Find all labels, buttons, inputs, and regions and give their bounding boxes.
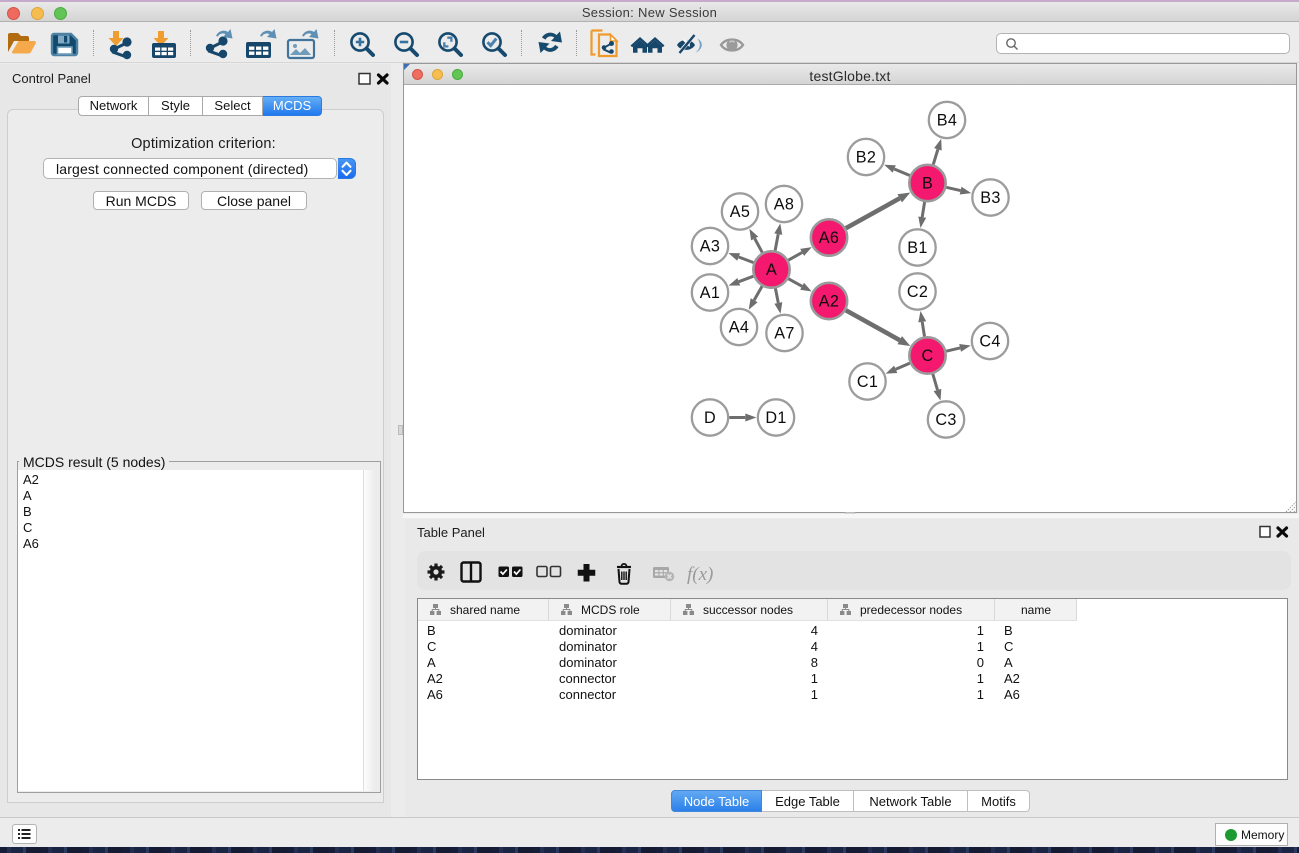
- svg-text:B: B: [922, 175, 933, 193]
- svg-text:C2: C2: [907, 283, 928, 301]
- svg-text:A3: A3: [700, 238, 720, 256]
- svg-text:B3: B3: [980, 189, 1000, 207]
- svg-text:D1: D1: [765, 409, 786, 427]
- svg-text:A: A: [766, 261, 777, 279]
- svg-text:A2: A2: [819, 293, 839, 311]
- svg-text:C: C: [922, 347, 934, 365]
- svg-text:f(x): f(x): [687, 564, 713, 585]
- svg-text:C4: C4: [979, 333, 1000, 351]
- svg-text:C3: C3: [935, 411, 956, 429]
- svg-text:A4: A4: [729, 319, 749, 337]
- svg-text:B1: B1: [907, 239, 927, 257]
- svg-text:C1: C1: [857, 373, 878, 391]
- svg-text:A8: A8: [774, 196, 794, 214]
- svg-text:D: D: [704, 409, 716, 427]
- svg-text:A1: A1: [700, 284, 720, 302]
- svg-text:A7: A7: [774, 325, 794, 343]
- svg-text:A5: A5: [730, 203, 750, 221]
- svg-text:B4: B4: [937, 112, 957, 130]
- svg-text:A6: A6: [819, 229, 839, 247]
- svg-text:B2: B2: [856, 149, 876, 167]
